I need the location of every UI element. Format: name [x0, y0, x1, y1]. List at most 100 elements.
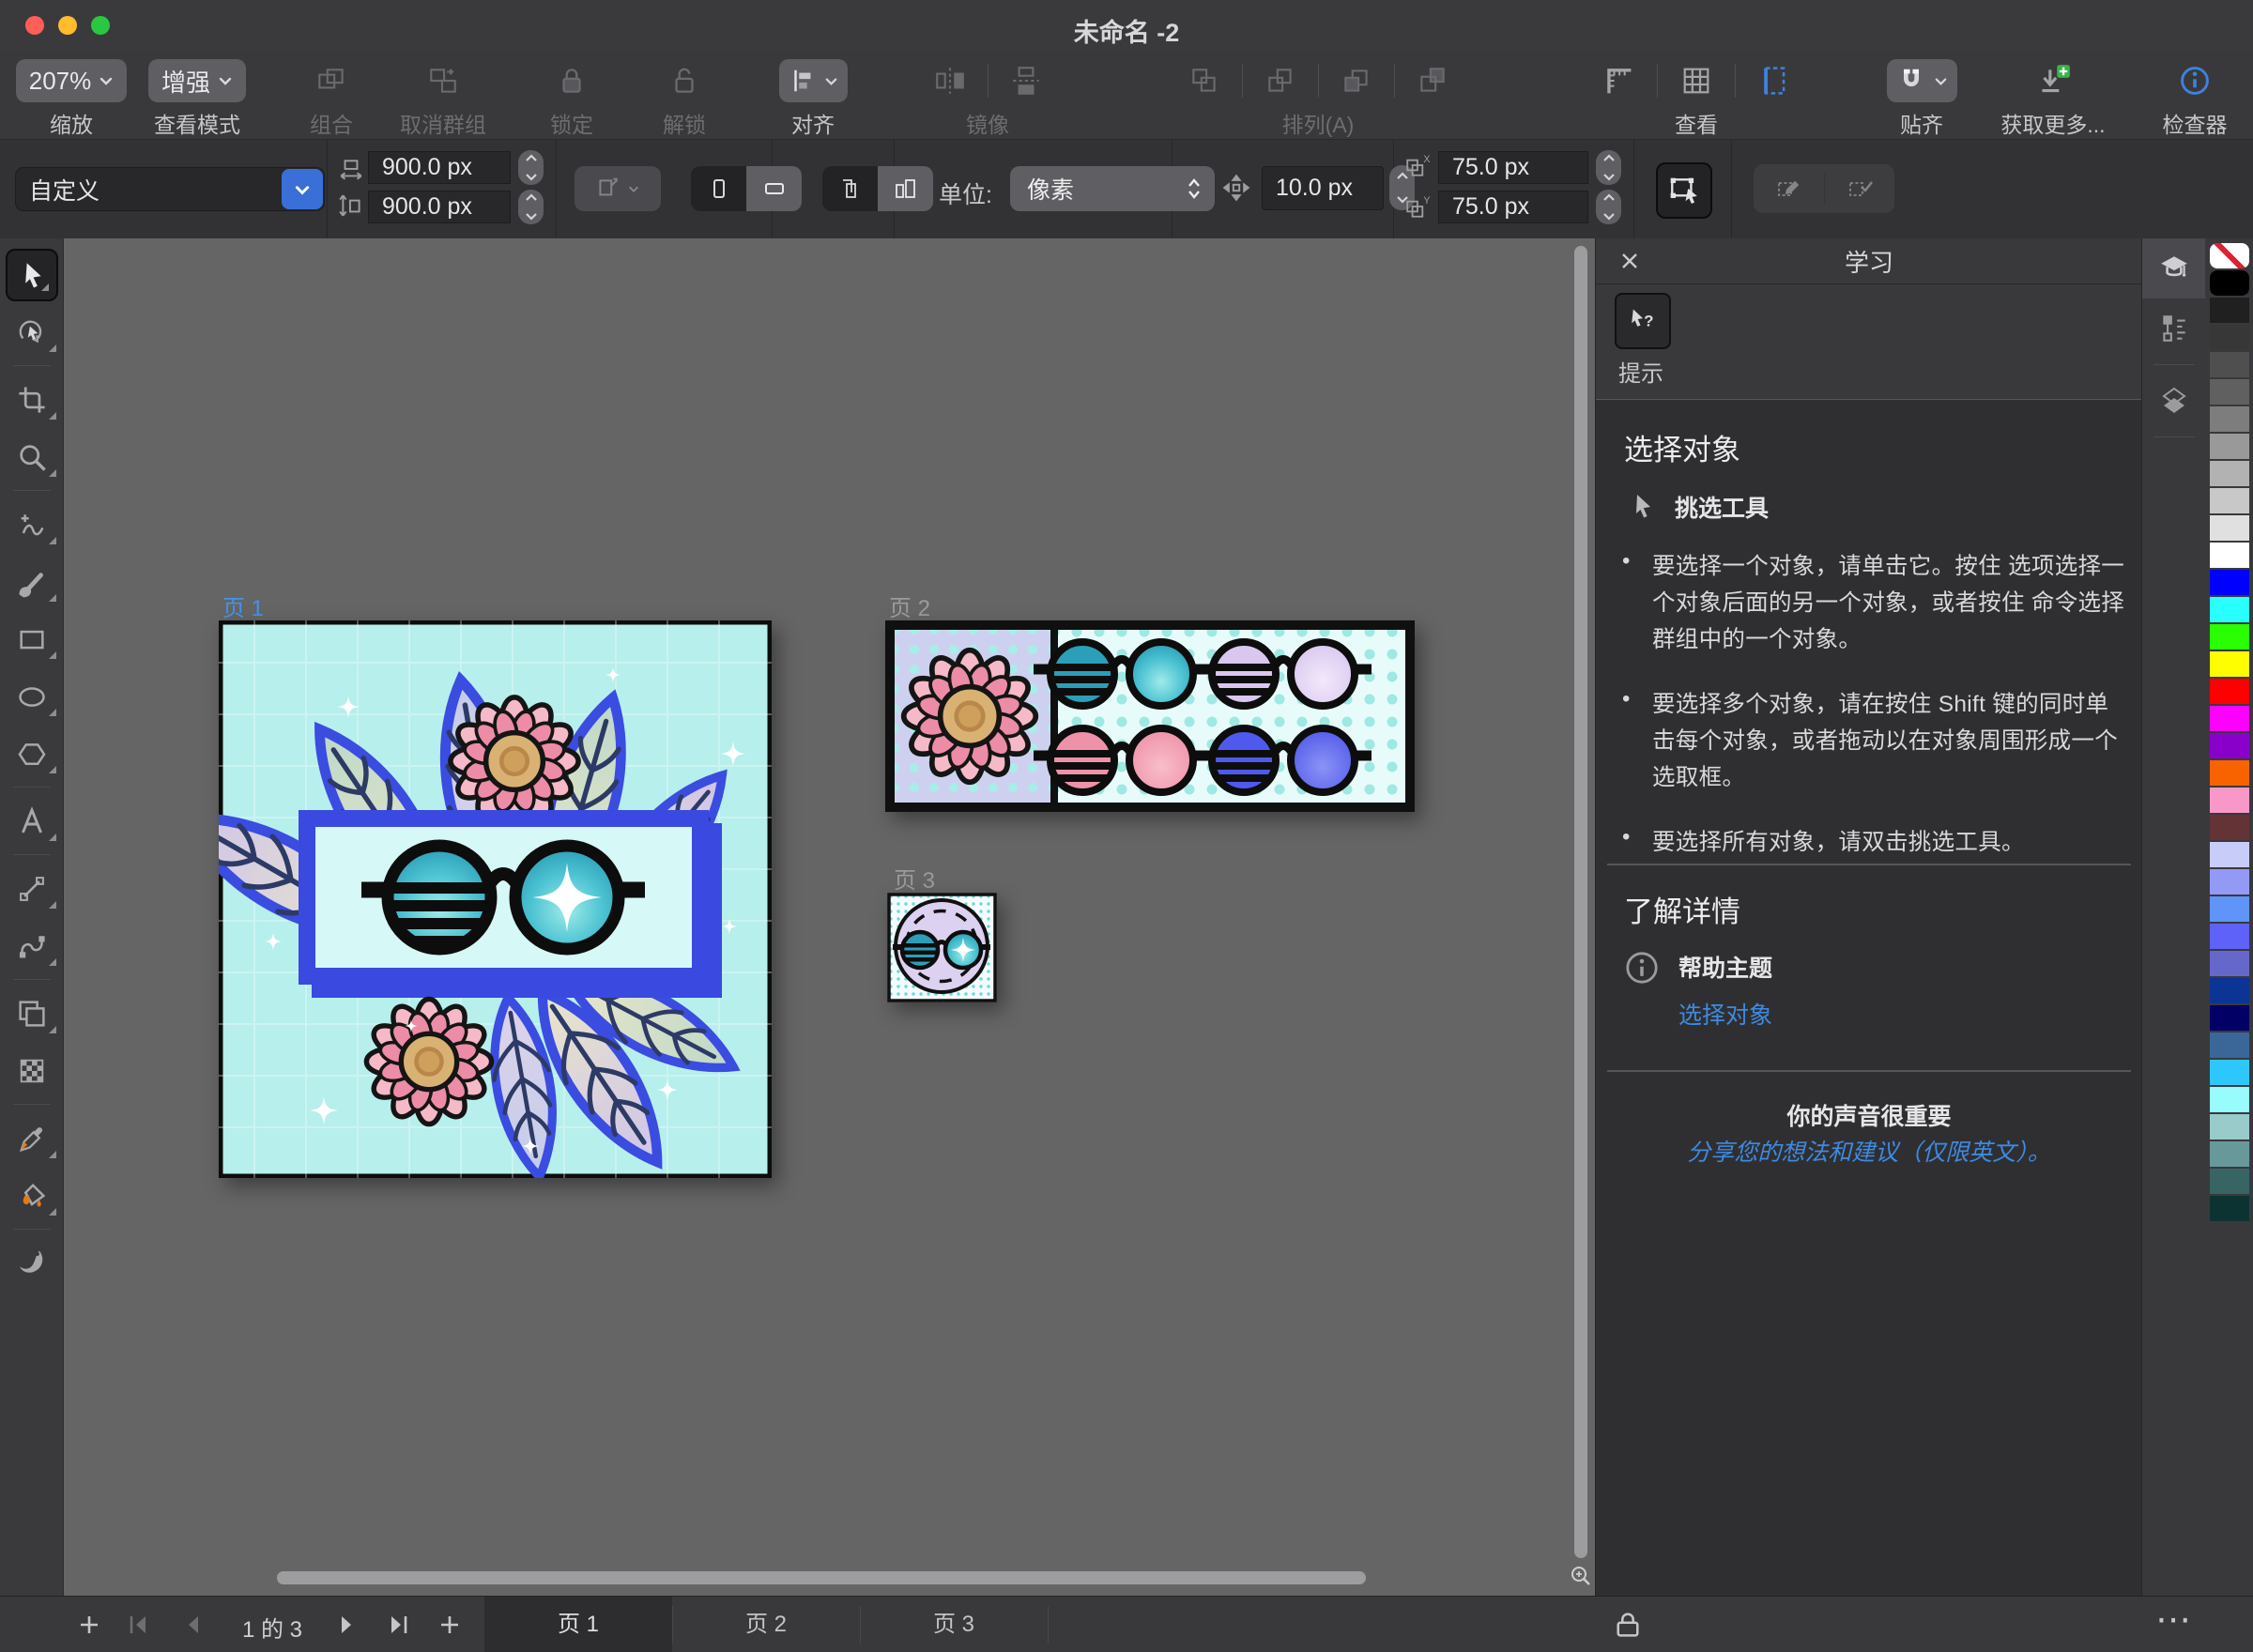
color-swatch[interactable] — [2210, 842, 2249, 867]
height-stepper[interactable] — [518, 190, 544, 224]
last-page-icon[interactable] — [387, 1613, 411, 1637]
page-2-artwork[interactable] — [885, 620, 1415, 812]
page-3-canvas-label[interactable]: 页 3 — [894, 862, 935, 895]
color-swatch[interactable] — [2210, 1114, 2249, 1140]
grid-icon[interactable] — [1678, 63, 1714, 99]
polygon-tool[interactable] — [0, 725, 64, 782]
color-swatch[interactable] — [2210, 298, 2249, 323]
ellipse-tool[interactable] — [0, 667, 64, 725]
treat-as-filled-button[interactable] — [1656, 162, 1712, 219]
color-swatch[interactable] — [2210, 1087, 2249, 1112]
page-height-field[interactable]: 900.0 px — [368, 191, 511, 223]
color-swatch[interactable] — [2210, 896, 2249, 922]
color-swatch[interactable] — [2210, 406, 2249, 432]
help-topic-link[interactable]: 选择对象 — [1678, 997, 1772, 1031]
color-swatch[interactable] — [2210, 379, 2249, 405]
page-tab-3[interactable]: 页 3 — [860, 1597, 1048, 1652]
view-mode-dropdown[interactable]: 增强 — [148, 59, 246, 102]
page-3-artwork[interactable] — [887, 893, 997, 1002]
learn-docker-tab[interactable] — [2142, 238, 2206, 298]
color-swatch[interactable] — [2210, 461, 2249, 486]
previous-page-icon[interactable] — [180, 1613, 205, 1637]
vertical-scrollbar[interactable] — [1574, 246, 1587, 1558]
align-dropdown[interactable] — [779, 59, 848, 102]
all-pages-button[interactable] — [878, 166, 933, 211]
portrait-button[interactable] — [691, 166, 746, 211]
pattern-tool[interactable] — [0, 1042, 64, 1099]
nudge-field[interactable]: 10.0 px — [1262, 166, 1384, 210]
color-swatch[interactable] — [2210, 434, 2249, 459]
color-swatch[interactable] — [2210, 515, 2249, 541]
page-1-canvas-label[interactable]: 页 1 — [222, 589, 264, 622]
transparency-tool[interactable] — [0, 985, 64, 1042]
color-swatch[interactable] — [2210, 679, 2249, 704]
page-1[interactable] — [219, 620, 772, 1178]
page-2[interactable] — [885, 620, 1415, 812]
landscape-button[interactable] — [746, 166, 802, 211]
color-swatch[interactable] — [2210, 624, 2249, 650]
objects-docker-tab[interactable] — [2142, 371, 2206, 431]
add-page-icon[interactable] — [437, 1613, 462, 1637]
duplicate-y-stepper[interactable] — [1596, 190, 1621, 224]
first-page-icon[interactable] — [126, 1613, 150, 1637]
crop-tool[interactable] — [0, 371, 64, 428]
width-stepper[interactable] — [518, 150, 544, 185]
color-swatch[interactable] — [2210, 651, 2249, 677]
page-3[interactable] — [887, 893, 997, 1002]
color-swatch[interactable] — [2210, 978, 2249, 1003]
hints-tab[interactable]: ? — [1615, 293, 1671, 349]
color-swatch[interactable] — [2210, 815, 2249, 840]
rectangle-tool[interactable] — [0, 610, 64, 667]
color-swatch[interactable] — [2210, 543, 2249, 568]
color-swatch[interactable] — [2210, 788, 2249, 813]
current-page-button[interactable] — [822, 166, 878, 211]
page-tab-1[interactable]: 页 1 — [484, 1597, 672, 1652]
color-swatch[interactable] — [2210, 1032, 2249, 1058]
color-swatch[interactable] — [2210, 733, 2249, 758]
shape-tool[interactable] — [0, 303, 64, 360]
zoom-tool[interactable] — [0, 428, 64, 485]
bezier-tool[interactable] — [0, 917, 64, 974]
eyedropper-tool[interactable] — [0, 1109, 64, 1167]
color-swatch[interactable] — [2210, 352, 2249, 377]
properties-docker-tab[interactable] — [2142, 298, 2206, 359]
rulers-icon[interactable] — [1601, 63, 1636, 99]
text-tool[interactable] — [0, 792, 64, 849]
next-page-icon[interactable] — [334, 1613, 359, 1637]
page-width-field[interactable]: 900.0 px — [368, 151, 511, 184]
zoom-corner-icon[interactable] — [1569, 1564, 1593, 1588]
snap-dropdown[interactable] — [1887, 59, 1957, 102]
artistic-media-tool[interactable] — [0, 553, 64, 610]
duplicate-x-field[interactable]: 75.0 px — [1438, 151, 1588, 184]
page-tab-2[interactable]: 页 2 — [672, 1597, 860, 1652]
lock-panel-icon[interactable] — [1613, 1610, 1643, 1640]
color-swatch[interactable] — [2210, 924, 2249, 949]
drawing-canvas[interactable]: 页 1 — [64, 238, 1595, 1596]
freehand-tool[interactable] — [0, 496, 64, 553]
color-swatch[interactable] — [2210, 488, 2249, 513]
page-1-artwork[interactable] — [219, 620, 772, 1178]
color-swatch[interactable] — [2210, 1141, 2249, 1167]
color-swatch[interactable] — [2210, 1005, 2249, 1031]
horizontal-scrollbar[interactable] — [277, 1571, 1366, 1584]
line-tool[interactable] — [0, 860, 64, 917]
color-swatch[interactable] — [2210, 706, 2249, 731]
duplicate-x-stepper[interactable] — [1596, 150, 1621, 185]
color-swatch[interactable] — [2210, 597, 2249, 622]
units-select[interactable]: 像素 — [1010, 166, 1215, 211]
pick-tool[interactable] — [0, 246, 64, 303]
zoom-level-dropdown[interactable]: 207% — [16, 59, 128, 102]
voice-feedback-link[interactable]: 分享您的想法和建议（仅限英文）。 — [1596, 1134, 2142, 1168]
page-border-icon[interactable] — [1756, 63, 1792, 99]
color-swatch[interactable] — [2210, 570, 2249, 595]
page-preset-select[interactable]: 自定义 — [15, 167, 325, 211]
fill-tool[interactable] — [0, 1167, 64, 1224]
shadow-tool[interactable] — [0, 1234, 64, 1292]
color-swatch[interactable] — [2210, 1169, 2249, 1194]
color-swatch[interactable] — [2210, 951, 2249, 976]
duplicate-y-field[interactable]: 75.0 px — [1438, 191, 1588, 223]
add-page-icon[interactable] — [77, 1613, 101, 1637]
color-swatch[interactable] — [2210, 760, 2249, 786]
color-swatch[interactable] — [2210, 869, 2249, 895]
page-2-canvas-label[interactable]: 页 2 — [889, 589, 930, 622]
